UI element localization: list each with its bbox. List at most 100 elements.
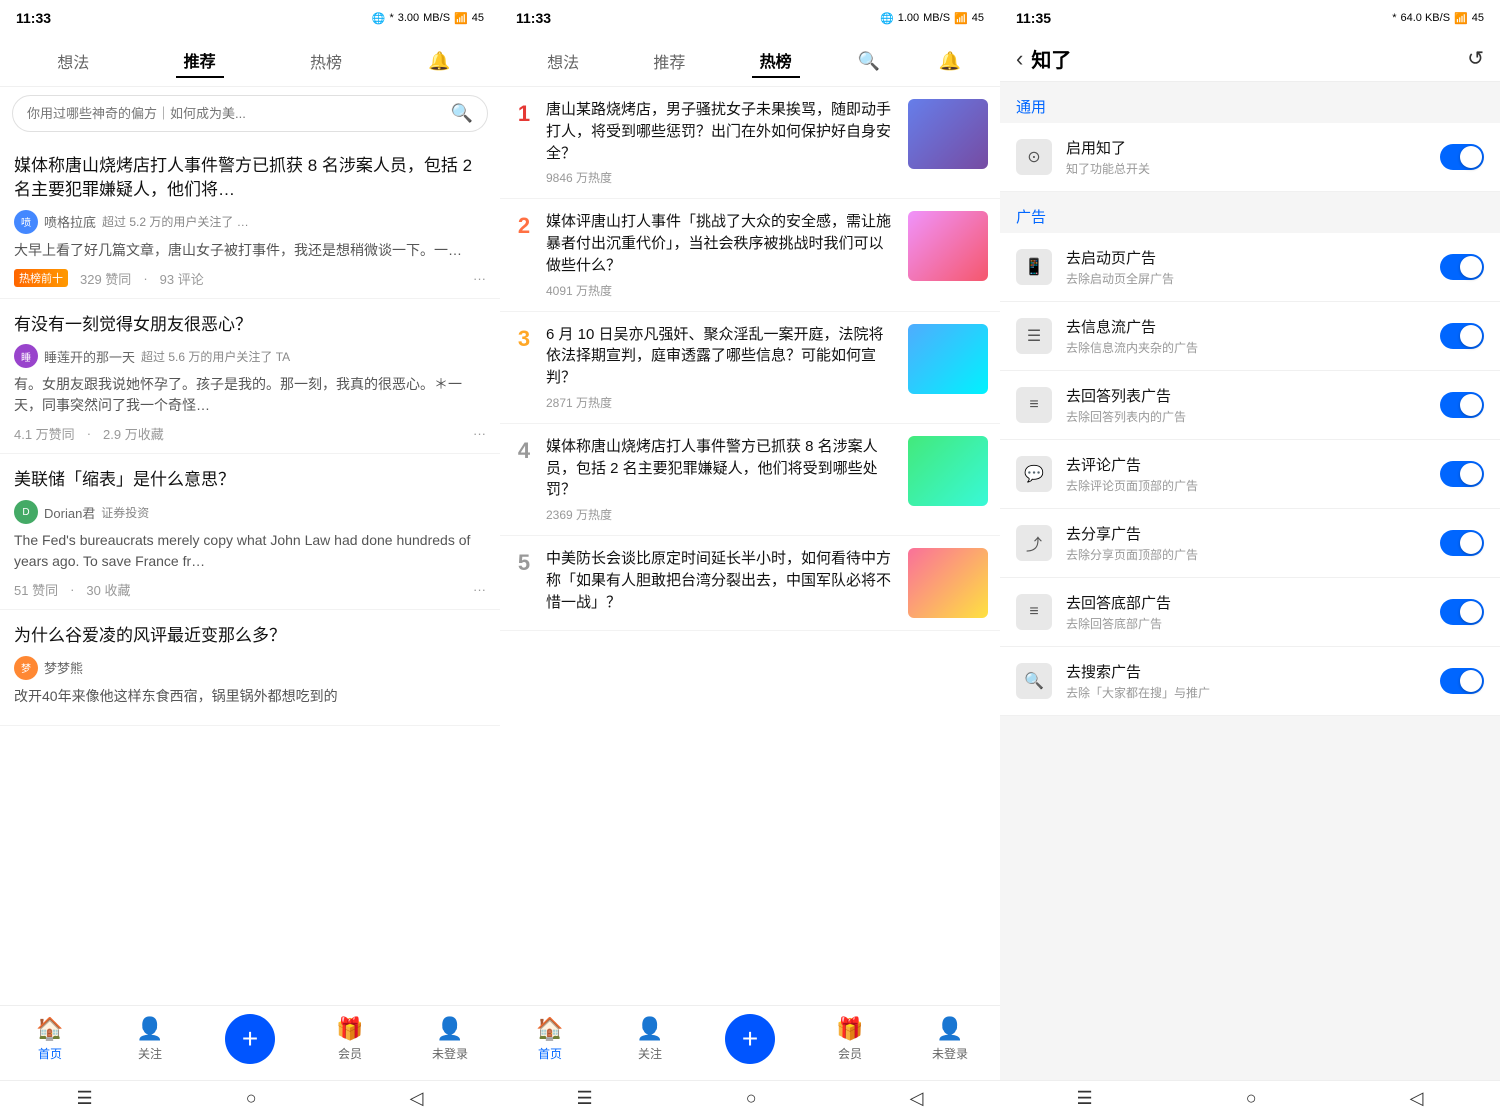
feed-item-2[interactable]: 有没有一刻觉得女朋友很恶心？ 睡 睡莲开的那一天 超过 5.6 万的用户关注了 … xyxy=(0,299,500,455)
nav-login-1[interactable]: 👤 未登录 xyxy=(425,1016,475,1062)
toggle-comment-ad[interactable] xyxy=(1440,461,1484,487)
home-icon-1: 🏠 xyxy=(36,1016,63,1042)
tab-tui-2[interactable]: 推荐 xyxy=(645,45,693,77)
more-icon-2[interactable]: ··· xyxy=(473,426,486,441)
tab-hot-1[interactable]: 热榜 xyxy=(302,45,350,77)
search-bar-1[interactable]: 🔍 xyxy=(12,95,488,132)
home-btn-3[interactable]: ○ xyxy=(1246,1088,1257,1109)
settings-label-feed-ad: 去信息流广告 xyxy=(1066,316,1426,337)
nav-member-1[interactable]: 🎁 会员 xyxy=(325,1016,375,1062)
search-icon-1[interactable]: 🔍 xyxy=(451,103,473,124)
menu-btn-1[interactable]: ☰ xyxy=(77,1088,93,1109)
hot-item-5[interactable]: 5 中美防长会谈比原定时间延长半小时，如何看待中方称「如果有人胆敢把台湾分裂出去… xyxy=(500,536,1000,631)
more-icon-3[interactable]: ··· xyxy=(473,582,486,597)
author-name-4: 梦梦熊 xyxy=(44,658,83,677)
likes-1: 329 赞同 xyxy=(80,269,131,288)
toggle-answer-bottom-ad[interactable] xyxy=(1440,599,1484,625)
settings-item-text-search-ad: 去搜索广告 去除「大家都在搜」与推广 xyxy=(1066,661,1426,701)
hot-item-content-5: 中美防长会谈比原定时间延长半小时，如何看待中方称「如果有人胆敢把台湾分裂出去，中… xyxy=(546,548,898,618)
settings-title: 知了 xyxy=(1031,44,1459,73)
settings-item-splash[interactable]: 📱 去启动页广告 去除启动页全屏广告 xyxy=(1000,233,1500,302)
toggle-share-ad[interactable] xyxy=(1440,530,1484,556)
toggle-feed-ad[interactable] xyxy=(1440,323,1484,349)
hot-item-4[interactable]: 4 媒体称唐山烧烤店打人事件警方已抓获 8 名涉案人员，包括 2 名主要犯罪嫌疑… xyxy=(500,424,1000,536)
nav-login-label-2: 未登录 xyxy=(932,1045,968,1062)
more-icon-1[interactable]: ··· xyxy=(473,271,486,286)
speed-label-3: 64.0 KB/S xyxy=(1401,12,1451,24)
nav-follow-2[interactable]: 👤 关注 xyxy=(625,1016,675,1062)
toggle-enable[interactable] xyxy=(1440,144,1484,170)
tab-xiang-2[interactable]: 想法 xyxy=(539,45,587,77)
search-input-1[interactable] xyxy=(27,106,451,121)
toggle-answer-list-ad[interactable] xyxy=(1440,392,1484,418)
nav-member-2[interactable]: 🎁 会员 xyxy=(825,1016,875,1062)
feed-item-3[interactable]: 美联储「缩表」是什么意思？ D Dorian君 证券投资 The Fed's b… xyxy=(0,454,500,610)
feed-author-row-4: 梦 梦梦熊 xyxy=(14,656,486,680)
back-btn-2[interactable]: ◁ xyxy=(910,1088,924,1109)
hot-badge-1: 热榜前十 xyxy=(14,269,68,287)
toggle-search-ad[interactable] xyxy=(1440,668,1484,694)
plus-button-2[interactable]: + xyxy=(725,1014,775,1064)
hot-rank-4: 4 xyxy=(512,438,536,464)
menu-btn-2[interactable]: ☰ xyxy=(577,1088,593,1109)
feed-stats-1: 热榜前十 329 赞同 · 93 评论 ··· xyxy=(14,269,486,288)
back-btn-1[interactable]: ◁ xyxy=(410,1088,424,1109)
settings-item-feed-ad[interactable]: ☰ 去信息流广告 去除信息流内夹杂的广告 xyxy=(1000,302,1500,371)
back-btn-3[interactable]: ◁ xyxy=(1410,1088,1424,1109)
nav-tabs-2: 想法 推荐 热榜 🔍 🔔 xyxy=(500,36,1000,87)
home-btn-2[interactable]: ○ xyxy=(746,1088,757,1109)
bell-icon-1[interactable]: 🔔 xyxy=(428,51,450,72)
settings-desc-comment-ad: 去除评论页面顶部的广告 xyxy=(1066,477,1426,494)
settings-item-answer-bottom-ad[interactable]: ≡ 去回答底部广告 去除回答底部广告 xyxy=(1000,578,1500,647)
back-button[interactable]: ‹ xyxy=(1016,46,1023,72)
bell-icon-2[interactable]: 🔔 xyxy=(938,51,960,72)
settings-item-enable[interactable]: ⊙ 启用知了 知了功能总开关 xyxy=(1000,123,1500,192)
settings-item-answer-list-ad[interactable]: ≡ 去回答列表广告 去除回答列表内的广告 xyxy=(1000,371,1500,440)
speed-label: 3.00 xyxy=(398,12,419,24)
comments-3: 30 收藏 xyxy=(86,580,130,599)
hot-item-content-1: 唐山某路烧烤店，男子骚扰女子未果挨骂，随即动手打人，将受到哪些惩罚？出门在外如何… xyxy=(546,99,898,186)
tab-tui-1[interactable]: 推荐 xyxy=(176,44,224,78)
settings-item-share-ad[interactable]: ⤴ 去分享广告 去除分享页面顶部的广告 xyxy=(1000,509,1500,578)
signal-icon-2: 📶 xyxy=(954,12,968,25)
author-name-2: 睡莲开的那一天 xyxy=(44,347,135,366)
login-icon-1: 👤 xyxy=(436,1016,463,1042)
signal-icon-3: 📶 xyxy=(1454,12,1468,25)
hot-item-3[interactable]: 3 6 月 10 日吴亦凡强奸、聚众淫乱一案开庭，法院将依法择期宣判，庭审透露了… xyxy=(500,312,1000,424)
hot-item-1[interactable]: 1 唐山某路烧烤店，男子骚扰女子未果挨骂，随即动手打人，将受到哪些惩罚？出门在外… xyxy=(500,87,1000,199)
menu-btn-3[interactable]: ☰ xyxy=(1077,1088,1093,1109)
hot-item-title-3: 6 月 10 日吴亦凡强奸、聚众淫乱一案开庭，法院将依法择期宣判，庭审透露了哪些… xyxy=(546,324,898,389)
nav-member-label-2: 会员 xyxy=(838,1045,862,1062)
status-icons-3: * 64.0 KB/S 📶 45 xyxy=(1392,12,1484,25)
panel2: 11:33 🌐 1.00 MB/S 📶 45 想法 推荐 热榜 🔍 🔔 1 唐山… xyxy=(500,0,1000,1116)
settings-item-search-ad[interactable]: 🔍 去搜索广告 去除「大家都在搜」与推广 xyxy=(1000,647,1500,716)
search-icon-2[interactable]: 🔍 xyxy=(858,51,880,72)
sep-2: · xyxy=(87,426,91,441)
hot-item-title-2: 媒体评唐山打人事件「挑战了大众的安全感，需让施暴者付出沉重代价」，当社会秩序被挑… xyxy=(546,211,898,276)
toggle-splash[interactable] xyxy=(1440,254,1484,280)
nav-home-1[interactable]: 🏠 首页 xyxy=(25,1016,75,1062)
tab-xiang-1[interactable]: 想法 xyxy=(49,45,97,77)
nav-login-label-1: 未登录 xyxy=(432,1045,468,1062)
settings-item-comment-ad[interactable]: 💬 去评论广告 去除评论页面顶部的广告 xyxy=(1000,440,1500,509)
home-btn-1[interactable]: ○ xyxy=(246,1088,257,1109)
author-name-3: Dorian君 xyxy=(44,503,95,522)
settings-item-text-share-ad: 去分享广告 去除分享页面顶部的广告 xyxy=(1066,523,1426,563)
tab-hot-2[interactable]: 热榜 xyxy=(752,44,800,78)
nav-tabs-1: 想法 推荐 热榜 🔔 xyxy=(0,36,500,87)
nav-home-2[interactable]: 🏠 首页 xyxy=(525,1016,575,1062)
refresh-button[interactable]: ↺ xyxy=(1467,46,1484,71)
feed-item-1[interactable]: 媒体称唐山烧烤店打人事件警方已抓获 8 名涉案人员，包括 2 名主要犯罪嫌疑人，… xyxy=(0,140,500,299)
plus-button-1[interactable]: + xyxy=(225,1014,275,1064)
settings-desc-answer-bottom-ad: 去除回答底部广告 xyxy=(1066,615,1426,632)
nav-follow-1[interactable]: 👤 关注 xyxy=(125,1016,175,1062)
nav-follow-label-1: 关注 xyxy=(138,1045,162,1062)
avatar-2: 睡 xyxy=(14,344,38,368)
feed-stats-3: 51 赞同 · 30 收藏 ··· xyxy=(14,580,486,599)
nav-login-2[interactable]: 👤 未登录 xyxy=(925,1016,975,1062)
author-tag-3: 证券投资 xyxy=(101,504,149,521)
feed-item-4[interactable]: 为什么谷爱凌的风评最近变那么多？ 梦 梦梦熊 改开40年来像他这样东食西宿，锅里… xyxy=(0,610,500,726)
splash-icon: 📱 xyxy=(1016,249,1052,285)
hot-item-2[interactable]: 2 媒体评唐山打人事件「挑战了大众的安全感，需让施暴者付出沉重代价」，当社会秩序… xyxy=(500,199,1000,311)
answer-bottom-ad-icon: ≡ xyxy=(1016,594,1052,630)
